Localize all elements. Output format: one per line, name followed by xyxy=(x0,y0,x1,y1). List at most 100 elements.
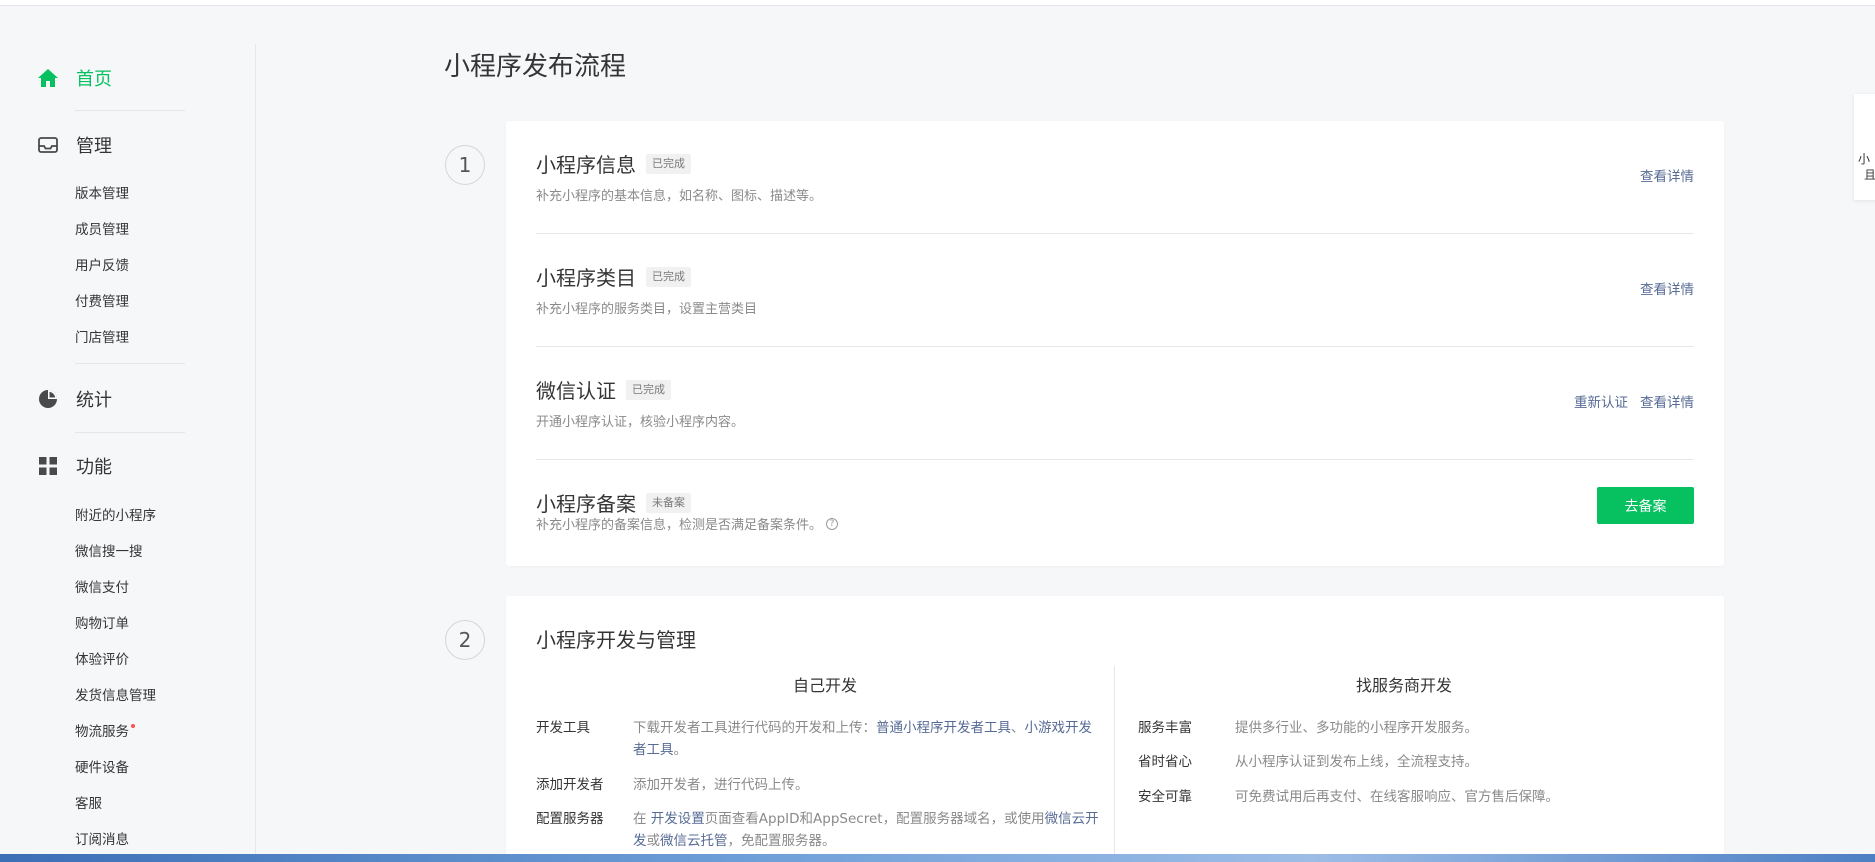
row-title: 微信认证 已完成 xyxy=(536,375,671,404)
row-title-text: 小程序类目 xyxy=(536,266,636,290)
floating-side-panel[interactable]: 小 且 xyxy=(1854,94,1875,200)
status-badge: 已完成 xyxy=(646,153,691,174)
card-title: 小程序开发与管理 xyxy=(536,628,696,652)
sidebar-divider xyxy=(75,432,185,433)
sidebar-item-customer-service[interactable]: 客服 xyxy=(75,794,102,814)
sidebar-item-label: 功能 xyxy=(76,457,112,478)
step-row-verification: 微信认证 已完成 开通小程序认证，核验小程序内容。 重新认证 查看详情 xyxy=(536,347,1694,460)
step-row-info: 小程序信息 已完成 补充小程序的基本信息，如名称、图标、描述等。 查看详情 xyxy=(536,121,1694,234)
item-key: 配置服务器 xyxy=(536,811,604,827)
inbox-icon xyxy=(36,133,60,157)
row-description-text: 补充小程序的备案信息，检测是否满足备案条件。 xyxy=(536,518,823,533)
dev-settings-link[interactable]: 开发设置 xyxy=(651,811,705,827)
sidebar-item-shipping-info[interactable]: 发货信息管理 xyxy=(75,686,156,706)
sidebar-item-features[interactable]: 功能 xyxy=(36,451,112,481)
item-text: 页面查看AppID和AppSecret，配置服务器域名，或使用 xyxy=(704,811,1045,827)
sidebar-item-label: 统计 xyxy=(76,390,112,411)
dev-tools-item: 开发工具 下载开发者工具进行代码的开发和上传：普通小程序开发者工具、小游戏开发者… xyxy=(536,717,1102,761)
sidebar-item-label: 管理 xyxy=(76,136,112,157)
sidebar-item-label: 首页 xyxy=(76,69,112,90)
sidebar-item-payment-manage[interactable]: 付费管理 xyxy=(75,292,129,312)
sidebar-item-label: 物流服务 xyxy=(75,724,129,740)
row-description: 补充小程序的基本信息，如名称、图标、描述等。 xyxy=(536,189,823,204)
item-value: 提供多行业、多功能的小程序开发服务。 xyxy=(1235,720,1478,736)
vendor-dev-heading: 找服务商开发 xyxy=(1355,676,1452,695)
row-description: 补充小程序的备案信息，检测是否满足备案条件。 ? xyxy=(536,514,839,533)
top-border xyxy=(0,0,1875,6)
sidebar-item-feedback[interactable]: 用户反馈 xyxy=(75,256,129,276)
item-text: 。 xyxy=(673,742,688,758)
sidebar-item-search[interactable]: 微信搜一搜 xyxy=(75,542,143,562)
dev-manage-card: 小程序开发与管理 自己开发 找服务商开发 开发工具 下载开发者工具进行代码的开发… xyxy=(506,596,1724,862)
item-value: 从小程序认证到发布上线，全流程支持。 xyxy=(1235,754,1478,770)
notification-dot xyxy=(131,724,135,728)
sidebar-item-manage[interactable]: 管理 xyxy=(36,130,112,160)
sidebar-item-nearby[interactable]: 附近的小程序 xyxy=(75,506,156,526)
panel-text: 且 xyxy=(1864,168,1875,182)
step-row-category: 小程序类目 已完成 补充小程序的服务类目，设置主营类目 查看详情 xyxy=(536,234,1694,347)
item-key: 添加开发者 xyxy=(536,777,604,793)
item-value: 可免费试用后再支付、在线客服响应、官方售后保障。 xyxy=(1235,789,1559,805)
add-developer-item: 添加开发者 添加开发者，进行代码上传。 xyxy=(536,774,1102,796)
panel-text: 小 xyxy=(1858,152,1871,166)
item-text: 、 xyxy=(1011,720,1025,736)
sidebar-item-stores[interactable]: 门店管理 xyxy=(75,328,129,348)
item-value: 下载开发者工具进行代码的开发和上传：普通小程序开发者工具、小游戏开发者工具。 xyxy=(633,717,1102,761)
reverify-link[interactable]: 重新认证 xyxy=(1574,391,1628,411)
row-title: 小程序类目 已完成 xyxy=(536,262,691,291)
grid-icon xyxy=(36,454,60,478)
status-badge: 未备案 xyxy=(646,492,691,513)
rich-services-item: 服务丰富 提供多行业、多功能的小程序开发服务。 xyxy=(1138,717,1698,739)
go-filing-button[interactable]: 去备案 xyxy=(1597,487,1694,524)
item-text: ，免配置服务器。 xyxy=(727,833,836,849)
view-details-link[interactable]: 查看详情 xyxy=(1640,278,1694,298)
publish-steps-card: 小程序信息 已完成 补充小程序的基本信息，如名称、图标、描述等。 查看详情 小程序… xyxy=(506,121,1724,566)
status-badge: 已完成 xyxy=(626,379,671,400)
self-dev-heading: 自己开发 xyxy=(792,676,857,695)
step-number: 1 xyxy=(445,145,485,185)
item-value: 添加开发者，进行代码上传。 xyxy=(633,777,809,793)
home-icon xyxy=(36,66,60,90)
item-text: 下载开发者工具进行代码的开发和上传： xyxy=(633,720,876,736)
sidebar-divider xyxy=(75,363,185,364)
sidebar-item-orders[interactable]: 购物订单 xyxy=(75,614,129,634)
sidebar-item-home[interactable]: 首页 xyxy=(36,63,112,93)
sidebar-item-wechat-pay[interactable]: 微信支付 xyxy=(75,578,129,598)
time-saving-item: 省时省心 从小程序认证到发布上线，全流程支持。 xyxy=(1138,751,1698,773)
step-number: 2 xyxy=(445,620,485,660)
sidebar: 首页 管理 版本管理 成员管理 用户反馈 付费管理 门店管理 统计 功能 附近的… xyxy=(0,44,256,862)
row-description: 补充小程序的服务类目，设置主营类目 xyxy=(536,302,758,317)
item-value: 在 开发设置页面查看AppID和AppSecret，配置服务器域名，或使用微信云… xyxy=(633,808,1102,852)
row-title: 小程序备案 未备案 xyxy=(536,488,691,517)
secure-reliable-item: 安全可靠 可免费试用后再支付、在线客服响应、官方售后保障。 xyxy=(1138,786,1698,808)
row-description: 开通小程序认证，核验小程序内容。 xyxy=(536,415,745,430)
page-title: 小程序发布流程 xyxy=(444,52,627,82)
help-icon[interactable]: ? xyxy=(826,517,839,530)
item-text: 在 xyxy=(633,811,651,827)
sidebar-item-subscribe-msg[interactable]: 订阅消息 xyxy=(75,830,129,850)
sidebar-item-reviews[interactable]: 体验评价 xyxy=(75,650,129,670)
item-text: 或 xyxy=(646,833,661,849)
item-key: 服务丰富 xyxy=(1138,720,1192,736)
item-key: 省时省心 xyxy=(1138,754,1192,770)
status-badge: 已完成 xyxy=(646,266,691,287)
pie-chart-icon xyxy=(36,387,60,411)
row-title: 小程序信息 已完成 xyxy=(536,149,691,178)
sidebar-item-hardware[interactable]: 硬件设备 xyxy=(75,758,129,778)
row-title-text: 小程序备案 xyxy=(536,492,636,516)
sidebar-item-members[interactable]: 成员管理 xyxy=(75,220,129,240)
mini-program-devtools-link[interactable]: 普通小程序开发者工具 xyxy=(876,720,1011,736)
item-key: 开发工具 xyxy=(536,720,590,736)
row-title-text: 微信认证 xyxy=(536,379,616,403)
item-key: 安全可靠 xyxy=(1138,789,1192,805)
step-row-filing: 小程序备案 未备案 补充小程序的备案信息，检测是否满足备案条件。 ? 去备案 xyxy=(536,460,1694,573)
sidebar-divider xyxy=(75,110,185,111)
row-title-text: 小程序信息 xyxy=(536,153,636,177)
sidebar-item-version[interactable]: 版本管理 xyxy=(75,184,129,204)
sidebar-item-logistics[interactable]: 物流服务 xyxy=(75,722,135,742)
configure-server-item: 配置服务器 在 开发设置页面查看AppID和AppSecret，配置服务器域名，… xyxy=(536,808,1102,852)
view-details-link[interactable]: 查看详情 xyxy=(1640,165,1694,185)
cloud-hosting-link[interactable]: 微信云托管 xyxy=(660,833,728,849)
sidebar-item-stats[interactable]: 统计 xyxy=(36,384,112,414)
view-details-link[interactable]: 查看详情 xyxy=(1640,391,1694,411)
